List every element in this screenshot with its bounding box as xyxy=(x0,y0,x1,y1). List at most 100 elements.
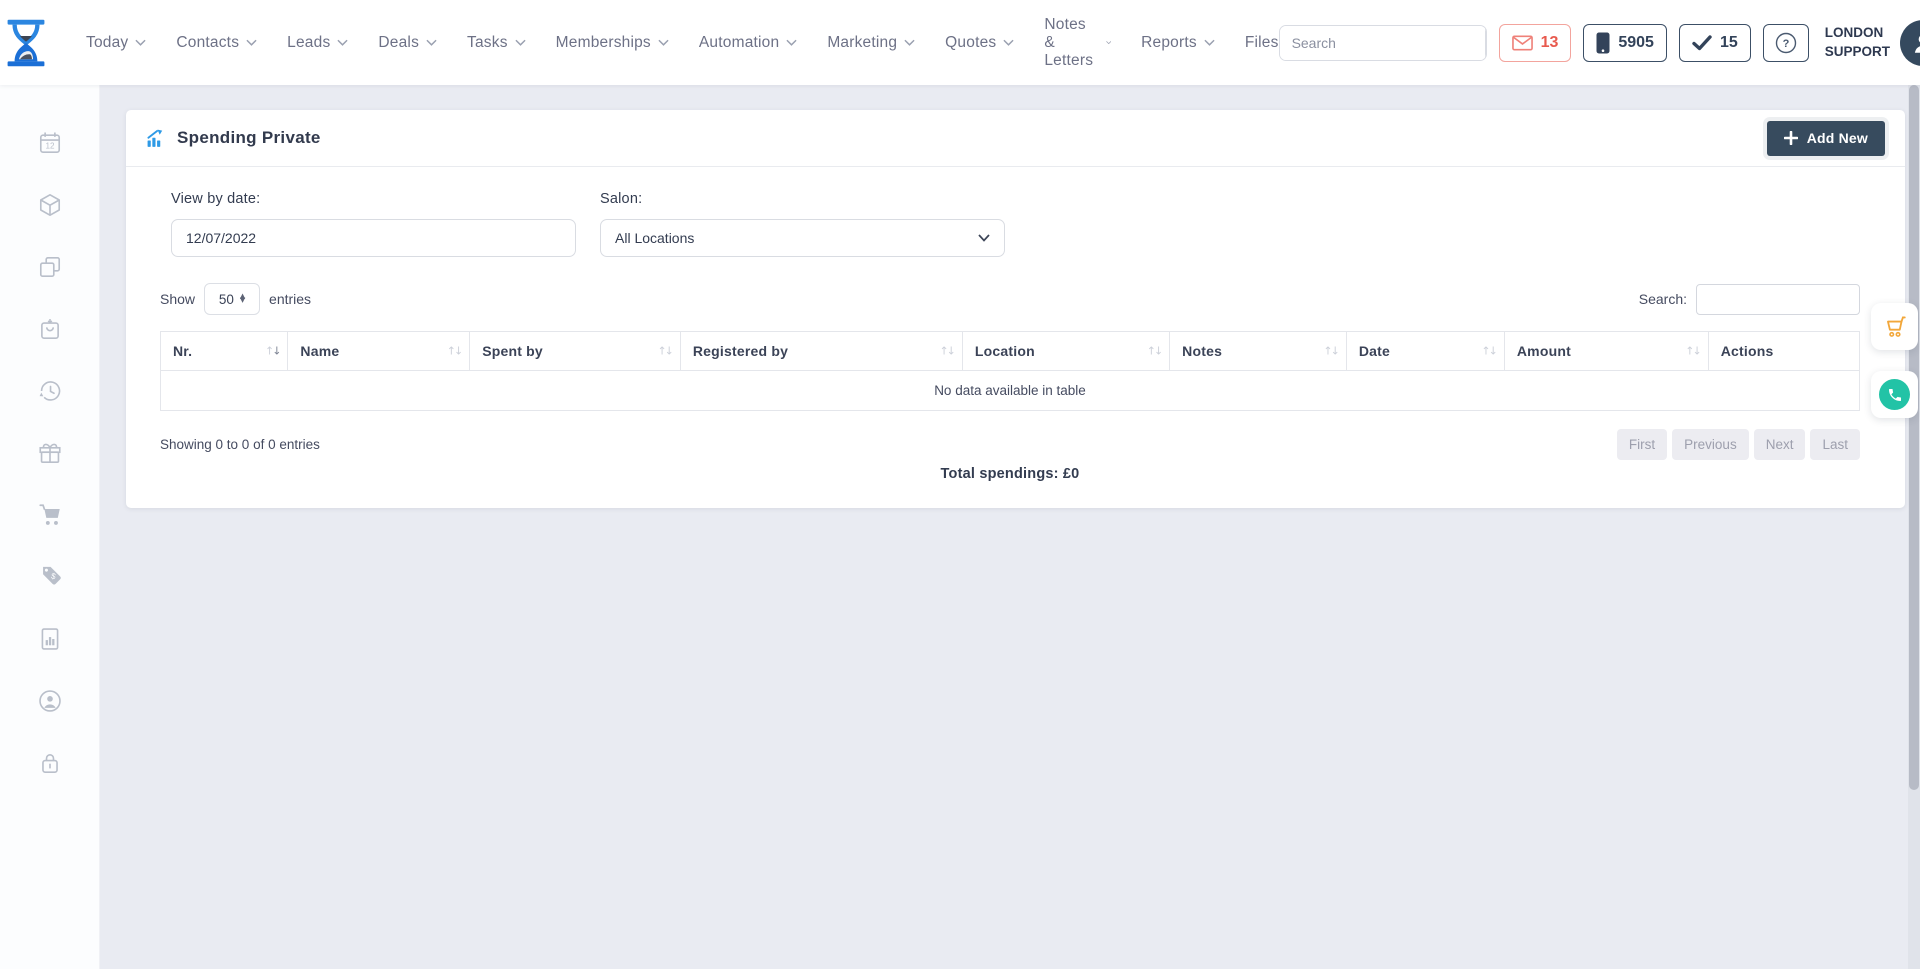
checkmark-icon xyxy=(1692,35,1712,51)
sort-icon: ↑↓ xyxy=(1323,345,1337,358)
topbar-right: 13 5905 15 ? LONDON SUPPOR xyxy=(1279,20,1920,66)
empty-message: No data available in table xyxy=(161,371,1860,411)
nav-item-memberships[interactable]: Memberships xyxy=(556,34,669,52)
date-filter-input[interactable] xyxy=(171,219,576,257)
empty-row: No data available in table xyxy=(161,371,1860,411)
table-search: Search: xyxy=(1639,284,1860,315)
help-badge[interactable]: ? xyxy=(1763,24,1809,62)
search-icon xyxy=(1486,34,1487,52)
col-notes[interactable]: Notes↑↓ xyxy=(1170,332,1347,371)
nav-item-reports[interactable]: Reports xyxy=(1141,34,1215,52)
col-label: Name xyxy=(300,343,339,359)
gift-icon[interactable] xyxy=(37,440,63,466)
cart-icon[interactable] xyxy=(37,502,63,528)
copy-icon[interactable] xyxy=(37,254,63,280)
col-label: Date xyxy=(1359,343,1390,359)
chevron-down-icon xyxy=(1003,39,1014,46)
phone-badge[interactable]: 5905 xyxy=(1583,24,1667,62)
page-length-select[interactable]: 50 ▲▼ xyxy=(204,283,260,315)
floating-cart-button[interactable] xyxy=(1871,303,1918,350)
floating-whatsapp-button[interactable] xyxy=(1871,371,1918,418)
col-nr[interactable]: Nr. ↑↓ xyxy=(161,332,288,371)
table-header-row: Nr.↑↓ Name↑↓ Spent by↑↓ Registered by↑↓ … xyxy=(161,332,1860,371)
salon-filter-select[interactable]: All Locations xyxy=(600,219,1005,257)
show-label: Show xyxy=(160,291,195,307)
messages-badge[interactable]: 13 xyxy=(1499,24,1572,62)
nav-item-notes-letters[interactable]: Notes & Letters xyxy=(1044,16,1111,70)
phone-count: 5905 xyxy=(1618,34,1654,52)
nav-label: Notes & Letters xyxy=(1044,16,1098,70)
col-label: Location xyxy=(975,343,1035,359)
sort-icon: ↑↓ xyxy=(1685,345,1699,358)
nav-item-quotes[interactable]: Quotes xyxy=(945,34,1014,52)
nav-item-files[interactable]: Files xyxy=(1245,34,1279,52)
col-registered-by[interactable]: Registered by↑↓ xyxy=(680,332,962,371)
nav-label: Contacts xyxy=(176,34,239,52)
user-menu[interactable]: LONDON SUPPORT xyxy=(1825,20,1920,66)
nav-item-today[interactable]: Today xyxy=(86,34,146,52)
nav-item-deals[interactable]: Deals xyxy=(378,34,437,52)
phone-icon xyxy=(1887,387,1903,403)
salon-filter: Salon: All Locations xyxy=(600,191,1005,257)
chevron-down-icon xyxy=(337,39,348,46)
chevron-down-icon xyxy=(1106,39,1111,46)
chevron-down-icon xyxy=(246,39,257,46)
nav-label: Deals xyxy=(378,34,419,52)
col-label: Actions xyxy=(1721,343,1774,359)
pagination-previous[interactable]: Previous xyxy=(1672,429,1749,460)
tasks-badge[interactable]: 15 xyxy=(1679,24,1751,62)
calendar-icon[interactable]: 12 xyxy=(37,130,63,156)
table-search-input[interactable] xyxy=(1696,284,1860,315)
pagination-last[interactable]: Last xyxy=(1810,429,1860,460)
pagination-first[interactable]: First xyxy=(1617,429,1667,460)
avatar[interactable] xyxy=(1900,20,1920,66)
pagination: First Previous Next Last xyxy=(1617,429,1860,460)
lock-icon[interactable] xyxy=(37,750,63,776)
price-tag-icon[interactable]: $ xyxy=(37,564,63,590)
nav-label: Memberships xyxy=(556,34,651,52)
messages-count: 13 xyxy=(1541,34,1559,52)
nav-item-leads[interactable]: Leads xyxy=(287,34,348,52)
col-name[interactable]: Name ↑↓ xyxy=(288,332,470,371)
top-bar: Today Contacts Leads Deals Tasks Members… xyxy=(0,0,1920,85)
page-title: Spending Private xyxy=(177,128,321,148)
global-search-button[interactable] xyxy=(1485,26,1487,60)
nav-item-contacts[interactable]: Contacts xyxy=(176,34,257,52)
sort-icon: ↑↓ xyxy=(265,345,279,358)
user-icon xyxy=(1910,30,1920,56)
col-label: Nr. xyxy=(173,343,192,359)
page-length-control: Show 50 ▲▼ entries xyxy=(160,283,311,315)
nav-item-automation[interactable]: Automation xyxy=(699,34,797,52)
user-name-line1: LONDON xyxy=(1825,24,1890,42)
smartphone-icon xyxy=(1596,32,1610,54)
scrollbar-thumb[interactable] xyxy=(1909,85,1919,790)
app-logo[interactable] xyxy=(0,17,52,69)
entries-label: entries xyxy=(269,291,311,307)
support-user-icon[interactable] xyxy=(37,688,63,714)
pagination-next[interactable]: Next xyxy=(1754,429,1806,460)
col-amount[interactable]: Amount↑↓ xyxy=(1504,332,1708,371)
sort-icon: ↑↓ xyxy=(447,345,461,358)
total-spendings: Total spendings: £0 xyxy=(126,460,1905,482)
add-new-button[interactable]: Add New xyxy=(1767,121,1885,156)
nav-label: Tasks xyxy=(467,34,508,52)
history-icon[interactable] xyxy=(37,378,63,404)
user-name: LONDON SUPPORT xyxy=(1825,24,1890,60)
col-spent-by[interactable]: Spent by↑↓ xyxy=(470,332,681,371)
bag-icon[interactable] xyxy=(37,316,63,342)
chevron-down-icon xyxy=(978,234,990,242)
global-search-input[interactable] xyxy=(1280,26,1485,60)
cube-icon[interactable] xyxy=(37,192,63,218)
nav-item-marketing[interactable]: Marketing xyxy=(827,34,915,52)
col-date[interactable]: Date↑↓ xyxy=(1346,332,1504,371)
phone-circle xyxy=(1879,379,1910,410)
col-location[interactable]: Location ↑↓ xyxy=(962,332,1169,371)
panel-header: Spending Private Add New xyxy=(126,110,1905,167)
sort-icon: ↑↓ xyxy=(1147,345,1161,358)
salon-filter-value: All Locations xyxy=(615,230,694,246)
nav-item-tasks[interactable]: Tasks xyxy=(467,34,526,52)
nav-label: Reports xyxy=(1141,34,1197,52)
report-icon[interactable] xyxy=(37,626,63,652)
sort-icon: ↑↓ xyxy=(939,345,953,358)
page-length-value: 50 xyxy=(219,292,234,307)
